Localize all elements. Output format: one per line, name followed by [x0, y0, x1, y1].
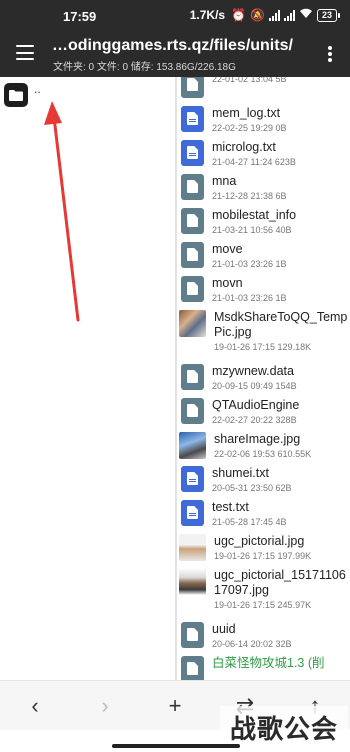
file-list-item[interactable]: QTAudioEngine 22-02-27 20:22 328B	[177, 391, 350, 425]
gesture-bar[interactable]	[112, 744, 240, 748]
file-name: 白菜怪物攻城1.3 (削	[212, 656, 325, 670]
watermark-logo: 战歌公会	[220, 706, 348, 748]
file-list-item[interactable]: mobilestat_info 21-03-21 10:56 40B	[177, 201, 350, 235]
file-list-item[interactable]: mna 21-12-28 21:38 6B	[177, 167, 350, 201]
forward-button[interactable]: ›	[92, 693, 118, 719]
file-name: mobilestat_info	[212, 208, 297, 222]
file-icon	[181, 398, 204, 424]
file-name: mna	[212, 174, 237, 188]
file-meta: 19-01-26 17:15 129.18K	[214, 342, 312, 352]
signal-2-icon	[284, 9, 295, 21]
image-thumbnail	[179, 432, 206, 459]
file-text: mna 21-12-28 21:38 6B	[212, 174, 350, 201]
folder-icon	[4, 83, 28, 107]
file-list-item[interactable]: movn 21-01-03 23:26 1B	[177, 269, 350, 303]
file-list-item[interactable]: ugc_pictorial.jpg 19-01-26 17:15 197.99K	[177, 527, 350, 561]
file-name: mzywnew.data	[212, 364, 294, 378]
status-time: 17:59	[63, 9, 97, 24]
file-text: ugc_pictorial.jpg 19-01-26 17:15 197.99K	[214, 534, 350, 561]
file-list-item[interactable]: mem_log.txt 22-02-25 19:29 0B	[177, 99, 350, 133]
file-name: shareImage.jpg	[214, 432, 301, 446]
file-icon	[181, 622, 204, 648]
file-text: move 21-01-03 23:26 1B	[212, 242, 350, 269]
file-list-item[interactable]: test.txt 21-05-28 17:45 4B	[177, 493, 350, 527]
parent-directory-item[interactable]: ..	[4, 83, 41, 107]
path-info: 文件夹: 0 文件: 0 储存: 153.86G/226.18G	[53, 62, 236, 73]
file-icon	[181, 174, 204, 200]
file-icon	[181, 242, 204, 268]
battery-icon: 23	[317, 8, 340, 22]
file-icon	[181, 364, 204, 390]
file-text: ugc_pictorial_1517110617097.jpg 19-01-26 …	[214, 568, 350, 615]
battery-level: 23	[317, 8, 337, 22]
file-text: 白菜怪物攻城1.3 (削	[212, 656, 350, 680]
text-file-icon	[181, 500, 204, 526]
file-meta: 19-01-26 17:15 245.97K	[214, 600, 312, 610]
file-text: shumei.txt 20-05-31 23:50 62B	[212, 466, 350, 493]
file-list-item[interactable]: shareImage.jpg 22-02-06 19:53 610.55K	[177, 425, 350, 459]
file-name: ugc_pictorial_1517110617097.jpg	[214, 568, 346, 597]
file-name: move	[212, 242, 243, 256]
file-text: shareImage.jpg 22-02-06 19:53 610.55K	[214, 432, 350, 459]
text-file-icon	[181, 466, 204, 492]
file-text: QTAudioEngine 22-02-27 20:22 328B	[212, 398, 350, 425]
file-list-item[interactable]: MsdkShareToQQ_TempPic.jpg 19-01-26 17:15 …	[177, 303, 350, 357]
file-text: mobilestat_info 21-03-21 10:56 40B	[212, 208, 350, 235]
image-thumbnail	[179, 310, 206, 337]
file-name: microlog.txt	[212, 140, 276, 154]
wifi-icon	[299, 8, 313, 22]
image-thumbnail	[179, 534, 206, 561]
file-name: uuid	[212, 622, 236, 636]
file-icon	[181, 77, 204, 98]
parent-directory-label: ..	[34, 82, 41, 96]
image-thumbnail	[179, 568, 206, 595]
file-text: mem_log.txt 22-02-25 19:29 0B	[212, 106, 350, 133]
file-icon	[181, 208, 204, 234]
file-list: 22-01-02 13:04 5B mem_log.txt 22-02-25 19:…	[177, 77, 350, 680]
file-name: movn	[212, 276, 243, 290]
back-button[interactable]: ‹	[22, 693, 48, 719]
text-file-icon	[181, 140, 204, 166]
file-name: mem_log.txt	[212, 106, 281, 120]
file-name: ugc_pictorial.jpg	[214, 534, 305, 548]
toolbar: …odinggames.rts.qz/files/units/ 文件夹: 0 文…	[0, 33, 350, 77]
text-file-icon	[181, 106, 204, 132]
file-list-pane[interactable]: 22-01-02 13:04 5B mem_log.txt 22-02-25 19:…	[177, 77, 350, 680]
file-name: test.txt	[212, 500, 249, 514]
network-speed: 1.7K/s	[189, 8, 226, 22]
file-list-item[interactable]: microlog.txt 21-04-27 11:24 623B	[177, 133, 350, 167]
more-options-icon[interactable]	[328, 46, 332, 62]
file-text: mzywnew.data 20-09-15 09:49 154B	[212, 364, 350, 391]
file-list-item[interactable]: ugc_pictorial_1517110617097.jpg 19-01-26 …	[177, 561, 350, 615]
file-name: MsdkShareToQQ_TempPic.jpg	[214, 310, 348, 339]
file-name: shumei.txt	[212, 466, 269, 480]
file-list-item[interactable]: move 21-01-03 23:26 1B	[177, 235, 350, 269]
file-text: test.txt 21-05-28 17:45 4B	[212, 500, 350, 527]
mute-icon: 🔕	[250, 8, 265, 22]
file-text: MsdkShareToQQ_TempPic.jpg 19-01-26 17:15 …	[214, 310, 350, 357]
file-list-item[interactable]: 22-01-02 13:04 5B	[177, 77, 350, 99]
file-text: movn 21-01-03 23:26 1B	[212, 276, 350, 303]
left-pane: ..	[0, 77, 176, 680]
file-text: microlog.txt 21-04-27 11:24 623B	[212, 140, 350, 167]
add-button[interactable]: +	[162, 693, 188, 719]
file-name: QTAudioEngine	[212, 398, 300, 412]
file-icon	[181, 656, 204, 680]
file-icon	[181, 276, 204, 302]
file-list-item[interactable]: uuid 20-06-14 20:02 32B	[177, 615, 350, 649]
status-indicators: 1.7K/s ⏰ 🔕 23	[190, 8, 340, 22]
menu-icon[interactable]	[16, 45, 34, 60]
file-text: 22-01-02 13:04 5B	[212, 77, 350, 99]
file-text: uuid 20-06-14 20:02 32B	[212, 622, 350, 649]
alarm-icon: ⏰	[231, 8, 247, 22]
status-bar: 17:59 1.7K/s ⏰ 🔕 23	[0, 0, 350, 33]
signal-icon	[269, 9, 280, 21]
file-list-item[interactable]: mzywnew.data 20-09-15 09:49 154B	[177, 357, 350, 391]
file-meta: 22-01-02 13:04 5B	[212, 77, 287, 84]
path-title: …odinggames.rts.qz/files/units/	[52, 37, 293, 54]
file-list-item[interactable]: shumei.txt 20-05-31 23:50 62B	[177, 459, 350, 493]
red-arrow-annotation	[44, 101, 80, 322]
file-list-item[interactable]: 白菜怪物攻城1.3 (削	[177, 649, 350, 680]
